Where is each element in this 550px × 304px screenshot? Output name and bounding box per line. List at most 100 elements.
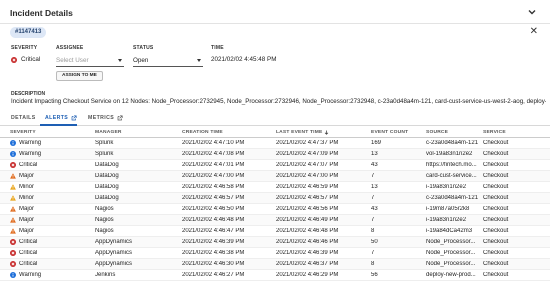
manager-cell: AppDynamics [95, 261, 133, 267]
severity-cell: Major [10, 228, 90, 234]
severity-text: Warning [19, 151, 42, 157]
minor-icon [10, 195, 16, 201]
severity-text: Minor [19, 195, 35, 201]
table-row[interactable]: Critical AppDynamics 2021/02/02 4:46:39 PM… [0, 237, 550, 248]
table-row[interactable]: Critical AppDynamics 2021/02/02 4:46:38 PM… [0, 248, 550, 259]
column-header-last-event-label: LAST EVENT TIME [276, 130, 323, 135]
minor-icon [10, 184, 16, 190]
service-cell: Checkout [483, 217, 509, 223]
incident-id-badge: #1147413 [10, 27, 47, 38]
creation-time-cell: 2021/02/02 4:47:10 PM [182, 140, 245, 146]
manager-cell: Nagios [95, 217, 114, 223]
tab-metrics[interactable]: METRICS [88, 115, 123, 121]
event-count-cell: 43 [371, 162, 378, 168]
table-row[interactable]: Major Nagios 2021/02/02 4:46:47 PM 2021/02/… [0, 226, 550, 237]
severity-text: Major [19, 217, 35, 223]
chevron-down-icon[interactable] [526, 6, 538, 18]
table-row[interactable]: Minor DataDog 2021/02/02 4:46:57 PM 2021/02… [0, 193, 550, 204]
last-event-time-cell: 2021/02/02 4:46:39 PM [276, 250, 339, 256]
table-header: SEVERITY MANAGER CREATION TIME LAST EVEN… [0, 128, 550, 138]
event-count-cell: 8 [371, 261, 375, 267]
severity-text: Major [19, 228, 35, 234]
status-select[interactable]: Open [133, 54, 203, 67]
creation-time-cell: 2021/02/02 4:46:38 PM [182, 250, 245, 256]
manager-cell: AppDynamics [95, 250, 133, 256]
column-header-last-event-time[interactable]: LAST EVENT TIME [276, 130, 366, 135]
tab-alerts[interactable]: ALERTS [45, 115, 77, 121]
status-caret-icon [197, 59, 201, 62]
source-cell: i-19a84dCa42m3 [426, 228, 473, 234]
table-row[interactable]: Warning Jenkins 2021/02/02 4:46:27 PM 2021/… [0, 270, 550, 281]
table-row[interactable]: Major Nagios 2021/02/02 4:46:48 PM 2021/02/… [0, 215, 550, 226]
assignee-select[interactable]: Select User [56, 54, 124, 67]
table-row[interactable]: Major DataDog 2021/02/02 4:47:00 PM 2021/02… [0, 171, 550, 182]
service-cell: Checkout [483, 184, 509, 190]
creation-time-cell: 2021/02/02 4:46:58 PM [182, 184, 245, 190]
status-value: Open [133, 57, 149, 64]
critical-icon [11, 56, 17, 63]
severity-text: Major [19, 206, 35, 212]
source-cell: vol-19a83n1n2e2 [426, 151, 473, 157]
service-cell: Checkout [483, 173, 509, 179]
source-cell: Node_Processor... [426, 250, 476, 256]
active-tab-indicator [40, 124, 77, 126]
manager-cell: Nagios [95, 206, 114, 212]
event-count-cell: 7 [371, 217, 375, 223]
tab-metrics-label: METRICS [88, 115, 115, 121]
severity-value[interactable]: Critical [11, 56, 40, 63]
table-row[interactable]: Warning Splunk 2021/02/02 4:47:08 PM 2021/0… [0, 149, 550, 160]
table-row[interactable]: Critical DataDog 2021/02/02 4:47:01 PM 2021… [0, 160, 550, 171]
manager-cell: DataDog [95, 184, 119, 190]
tab-bar: DETAILS ALERTS METRICS [0, 110, 550, 126]
severity-text: Critical [19, 250, 38, 256]
table-row[interactable]: Critical AppDynamics 2021/02/02 4:46:30 PM… [0, 259, 550, 270]
tab-details[interactable]: DETAILS [11, 115, 36, 121]
service-cell: Checkout [483, 151, 509, 157]
alerts-table: SEVERITY MANAGER CREATION TIME LAST EVEN… [0, 128, 550, 281]
service-cell: Checkout [483, 228, 509, 234]
service-cell: Checkout [483, 140, 509, 146]
service-cell: Checkout [483, 261, 509, 267]
source-cell: i-19a83n1n2e2 [426, 217, 467, 223]
status-label: STATUS [133, 45, 154, 51]
critical-icon [10, 239, 16, 245]
incident-fields: SEVERITY Critical ASSIGNEE Select User A… [0, 43, 550, 83]
last-event-time-cell: 2021/02/02 4:46:48 PM [276, 228, 339, 234]
source-cell: i-19m87a05r2k8 [426, 206, 470, 212]
source-cell: card-cust-service... [426, 173, 477, 179]
last-event-time-cell: 2021/02/02 4:46:46 PM [276, 239, 339, 245]
manager-cell: Splunk [95, 140, 114, 146]
severity-text: Critical [19, 239, 38, 245]
severity-label: SEVERITY [11, 45, 38, 51]
manager-cell: DataDog [95, 173, 119, 179]
source-cell: c-23a0d48a4m-121 [426, 140, 478, 146]
severity-cell: Major [10, 173, 90, 179]
table-row[interactable]: Minor DataDog 2021/02/02 4:46:58 PM 2021/02… [0, 182, 550, 193]
severity-cell: Warning [10, 272, 90, 278]
close-icon[interactable]: ✕ [530, 26, 538, 38]
table-row[interactable]: Warning Splunk 2021/02/02 4:47:10 PM 2021/0… [0, 138, 550, 149]
service-cell: Checkout [483, 162, 509, 168]
assign-to-me-button[interactable]: ASSIGN TO ME [56, 71, 103, 81]
column-header-source[interactable]: SOURCE [426, 130, 478, 135]
table-row[interactable]: Major Nagios 2021/02/02 4:46:50 PM 2021/02/… [0, 204, 550, 215]
column-header-creation-time[interactable]: CREATION TIME [182, 130, 272, 135]
creation-time-cell: 2021/02/02 4:47:08 PM [182, 151, 245, 157]
event-count-cell: 43 [371, 206, 378, 212]
column-header-event-count[interactable]: EVENT COUNT [371, 130, 421, 135]
creation-time-cell: 2021/02/02 4:46:27 PM [182, 272, 245, 278]
severity-cell: Major [10, 206, 90, 212]
severity-text: Critical [19, 261, 38, 267]
severity-cell: Critical [10, 239, 90, 245]
critical-icon [10, 261, 16, 267]
source-cell: deploy-new-prod... [426, 272, 476, 278]
service-cell: Checkout [483, 239, 509, 245]
column-header-service[interactable]: SERVICE [483, 130, 543, 135]
major-icon [10, 228, 16, 234]
service-cell: Checkout [483, 272, 509, 278]
creation-time-cell: 2021/02/02 4:46:39 PM [182, 239, 245, 245]
last-event-time-cell: 2021/02/02 4:47:09 PM [276, 151, 339, 157]
assignee-label: ASSIGNEE [56, 45, 84, 51]
column-header-manager[interactable]: MANAGER [95, 130, 175, 135]
column-header-severity[interactable]: SEVERITY [10, 130, 90, 135]
